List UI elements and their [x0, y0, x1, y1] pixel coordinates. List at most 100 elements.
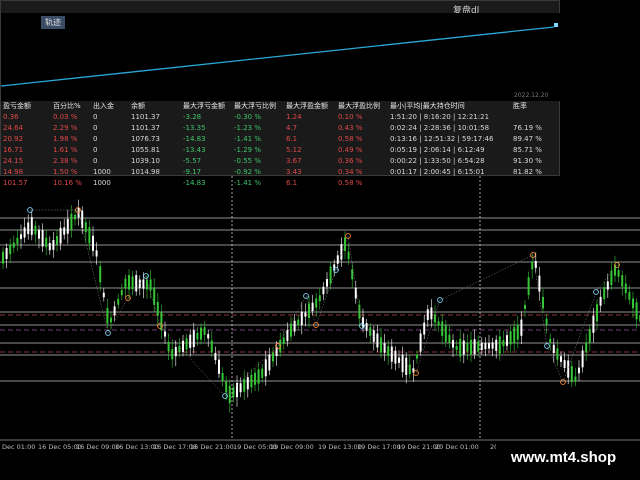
candle-body	[102, 292, 105, 298]
table-cell: 1076.73	[131, 135, 160, 143]
candle-body	[164, 331, 166, 337]
candle-body	[99, 266, 102, 283]
table-cell: 1000	[93, 179, 111, 187]
candle-body	[110, 317, 112, 323]
candle-body	[225, 381, 228, 393]
candle-body	[113, 306, 116, 316]
candle-body	[484, 342, 487, 350]
candle-body	[156, 301, 159, 316]
col-header: 余额	[131, 102, 145, 110]
candle-body	[261, 368, 264, 378]
table-cell: 1055.81	[131, 146, 160, 154]
candle-body	[218, 359, 220, 374]
candle-body	[59, 227, 62, 244]
candle-body	[390, 346, 393, 362]
candle-body	[549, 338, 552, 343]
candle-body	[387, 346, 390, 356]
candle-body	[408, 364, 411, 375]
candle-body	[556, 348, 559, 360]
candle-body	[462, 340, 465, 355]
candle-body	[509, 331, 512, 345]
col-header: 最大浮亏金额	[183, 102, 225, 110]
candle-body	[286, 329, 289, 342]
candle-body	[2, 251, 4, 264]
candle-body	[45, 237, 48, 248]
col-header: 最小|平均|最大持仓时间	[390, 102, 465, 110]
candle-body	[63, 227, 66, 235]
table-cell: 1:51:20 | 8:16:20 | 12:21:21	[390, 113, 490, 121]
candle-body	[315, 298, 318, 308]
candle-body	[506, 335, 508, 346]
candle-body	[38, 229, 40, 239]
candle-body	[351, 269, 354, 280]
candle-body	[632, 298, 634, 309]
table-cell: 91.30 %	[513, 157, 542, 165]
candle-body	[560, 356, 562, 362]
table-cell: 1101.37	[131, 124, 160, 132]
table-cell: 1.50 %	[53, 168, 78, 176]
candle-body	[106, 307, 109, 324]
table-cell: 14.98	[3, 168, 24, 176]
candle-body	[437, 321, 440, 326]
candle-body	[383, 343, 386, 353]
candle-body	[430, 307, 433, 320]
close-icon[interactable]	[554, 23, 558, 27]
candle-body	[282, 337, 285, 344]
candle-body	[48, 243, 51, 251]
candle-body	[527, 277, 530, 296]
table-cell: 1.61 %	[53, 146, 78, 154]
candle-body	[376, 333, 379, 348]
candle-body	[268, 354, 271, 371]
candle-body	[444, 325, 447, 342]
table-cell: 0.34 %	[338, 168, 363, 176]
candle-body	[419, 333, 422, 352]
candle-body	[27, 222, 30, 235]
trade-link	[305, 295, 317, 326]
table-cell: 24.64	[3, 124, 24, 132]
table-cell: 1.24	[286, 113, 302, 121]
candle-body	[524, 304, 526, 309]
candle-body	[12, 242, 15, 248]
candle-body	[246, 377, 249, 390]
candle-body	[552, 344, 555, 354]
candle-body	[531, 261, 534, 270]
table-cell: 6.1	[286, 135, 298, 143]
table-cell: 10.16 %	[53, 179, 82, 187]
candle-body	[171, 349, 174, 360]
candle-body	[304, 312, 307, 317]
candle-body	[20, 234, 22, 240]
candle-body	[498, 336, 501, 354]
candle-body	[542, 296, 544, 309]
time-axis-label: 16 Dec 09:00	[76, 443, 120, 451]
candle-body	[92, 235, 94, 251]
table-cell: 3.67	[286, 157, 302, 165]
table-cell: 0.03 %	[53, 113, 78, 121]
candle-body	[74, 214, 76, 220]
candle-body	[66, 219, 69, 234]
candle-body	[480, 342, 483, 351]
candle-body	[588, 328, 591, 343]
table-cell: 2.29 %	[53, 124, 78, 132]
table-cell: 101.57	[3, 179, 28, 187]
table-row: 14.98 1.50 % 1000 1014.98 -9.17 -0.92 % 3.43 0.…	[1, 167, 561, 178]
candle-body	[146, 279, 148, 290]
table-cell: 5.12	[286, 146, 302, 154]
table-cell: 1.98 %	[53, 135, 78, 143]
candle-body	[290, 323, 292, 337]
candle-body	[207, 334, 210, 339]
candle-body	[239, 383, 242, 393]
table-cell: -13.35	[183, 124, 206, 132]
candle-body	[354, 287, 357, 299]
candle-body	[196, 332, 199, 340]
candle-body	[9, 244, 12, 255]
candle-body	[358, 304, 361, 319]
candle-body	[603, 287, 606, 300]
table-cell: 85.71 %	[513, 146, 542, 154]
table-cell: 0.58 %	[338, 135, 363, 143]
candle-body	[520, 319, 523, 336]
candle-body	[574, 376, 577, 382]
candle-body	[293, 320, 296, 332]
candle-body	[365, 323, 368, 331]
table-cell: 1101.37	[131, 113, 160, 121]
track-label[interactable]: 轨迹	[41, 16, 65, 29]
